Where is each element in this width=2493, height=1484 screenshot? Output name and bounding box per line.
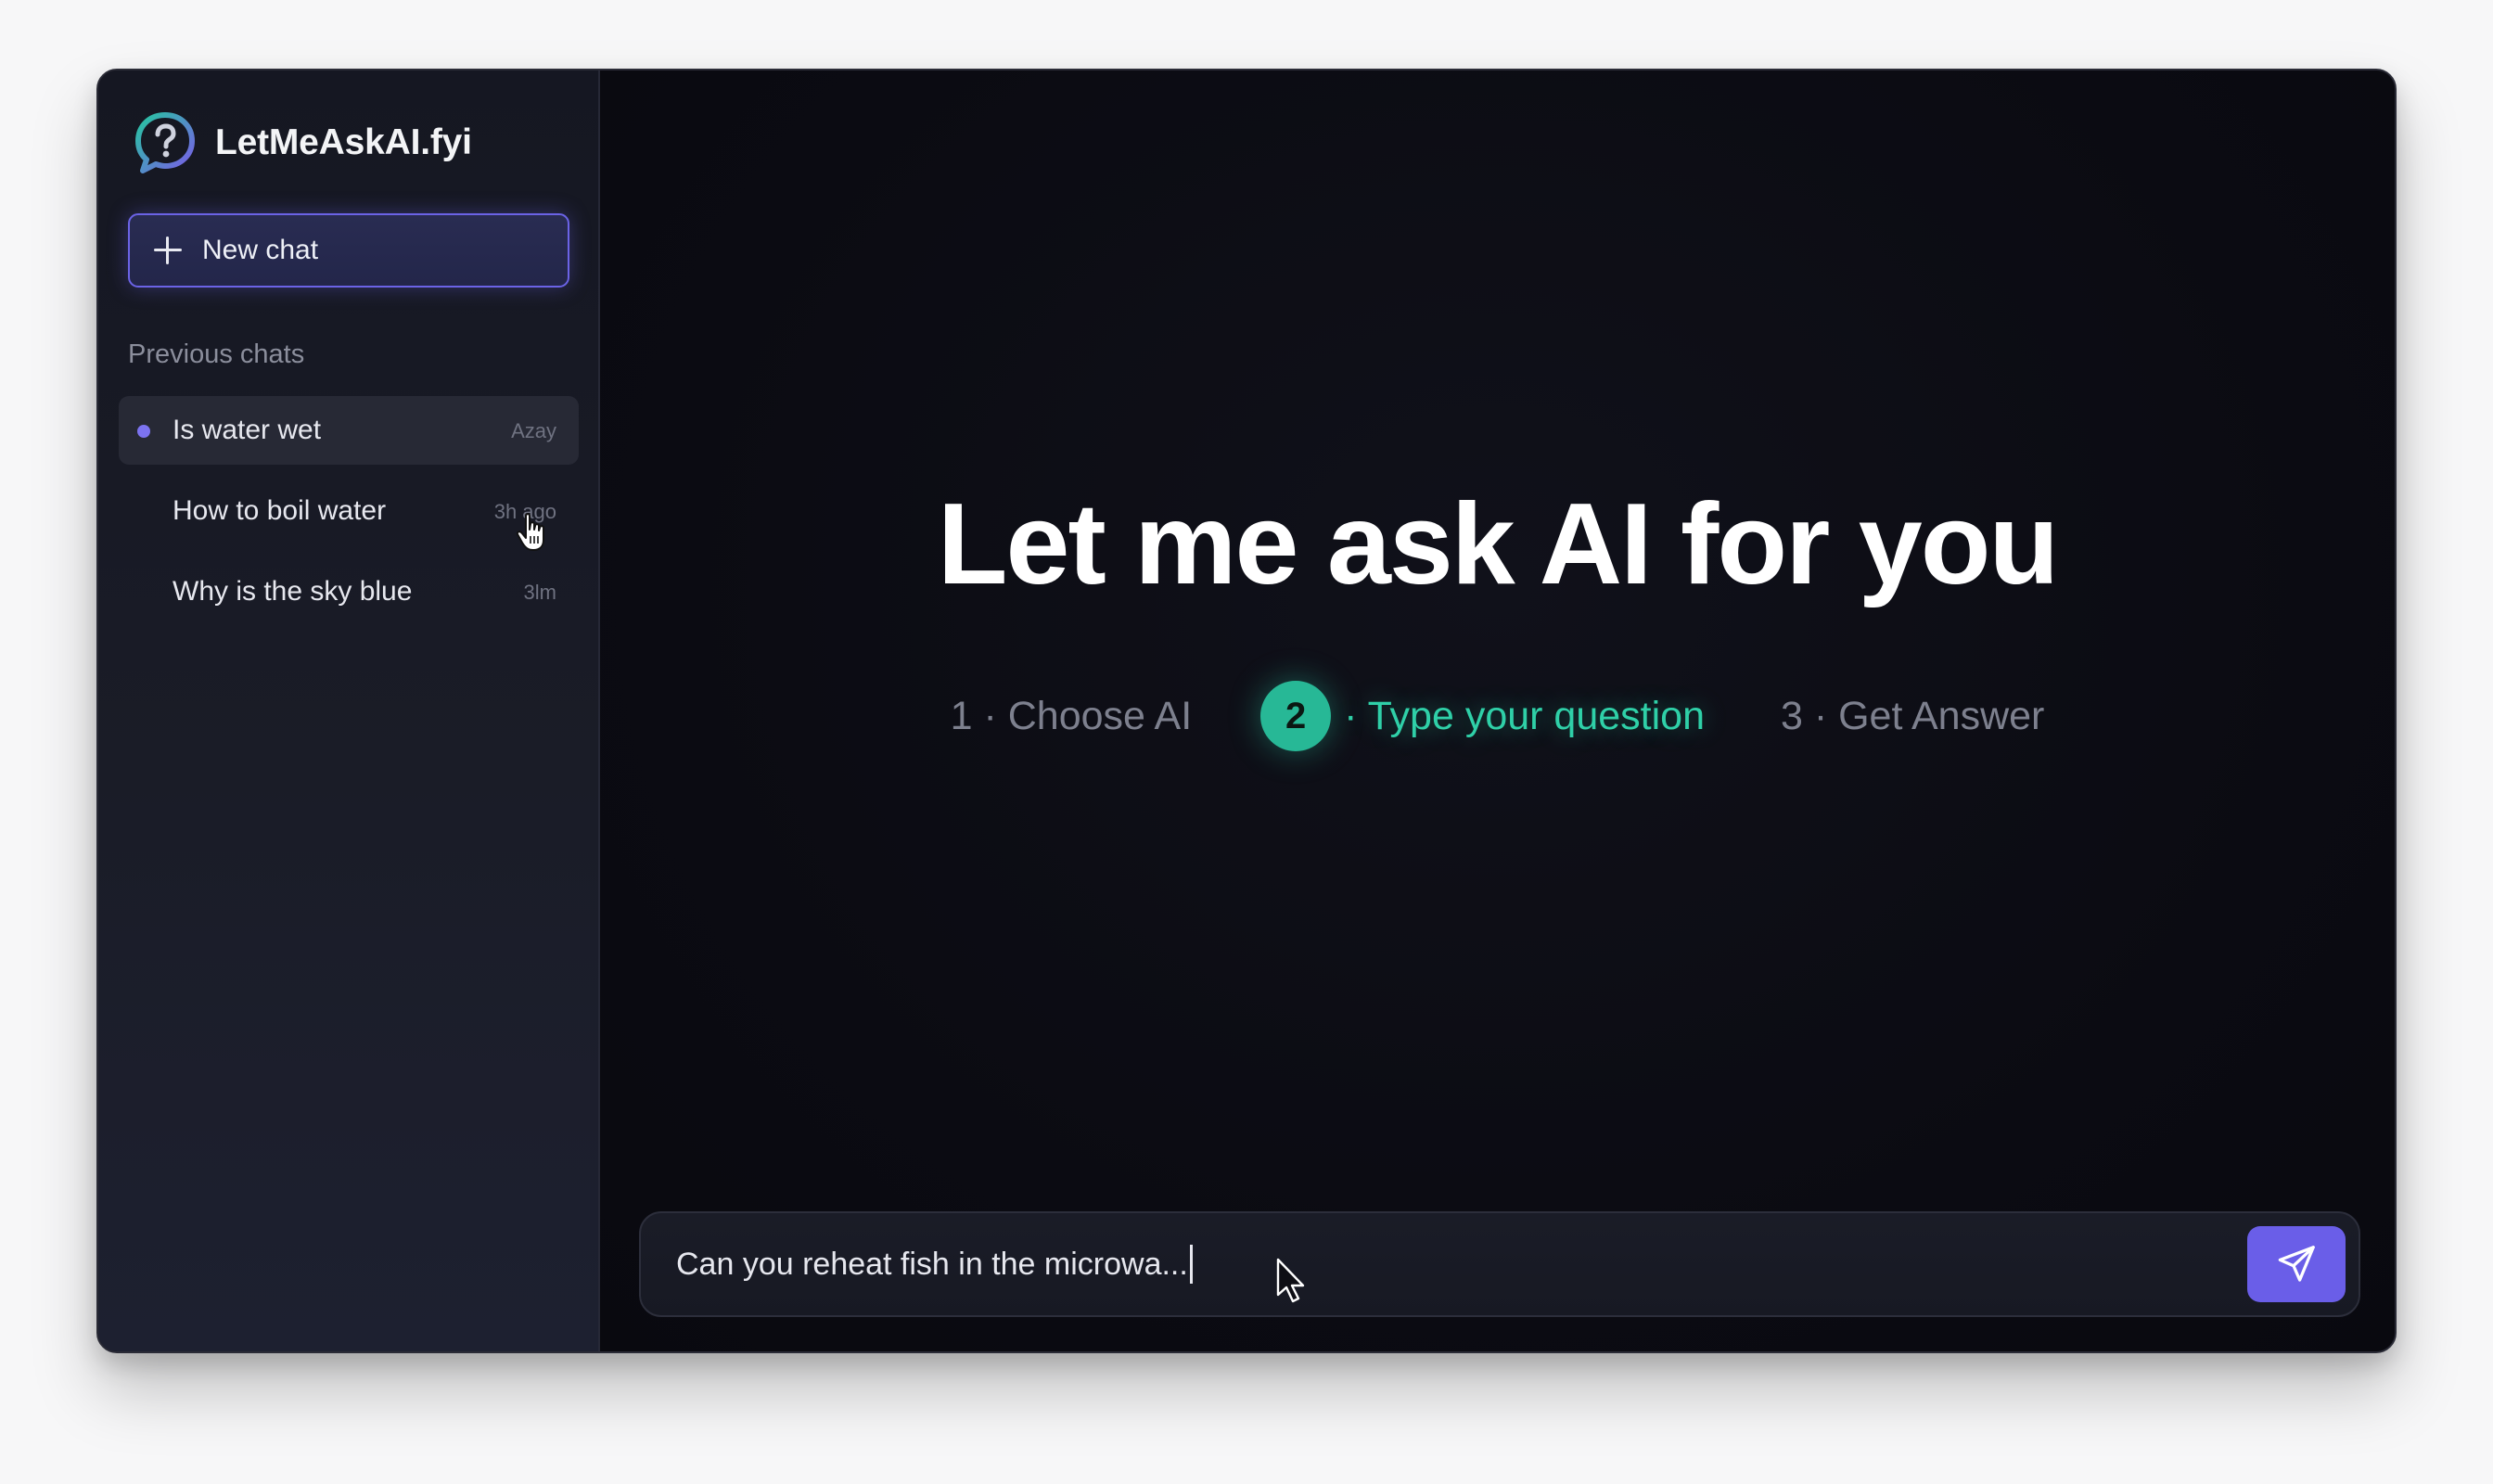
app-window: LetMeAskAI.fyi New chat Previous chats I… — [96, 69, 2397, 1353]
step-get-answer: 3 · Get Answer — [1781, 694, 2044, 739]
chat-list: Is water wet Azay How to boil water 3h a… — [119, 396, 579, 638]
chat-item-why-is-the-sky-blue[interactable]: Why is the sky blue 3lm — [119, 557, 579, 626]
paper-plane-icon — [2278, 1246, 2315, 1282]
new-chat-button[interactable]: New chat — [128, 213, 569, 288]
chat-time: Azay — [511, 419, 556, 442]
question-bubble-icon — [135, 112, 195, 173]
new-chat-label: New chat — [202, 235, 319, 265]
message-composer: Can you reheat fish in the microwa... — [639, 1211, 2360, 1317]
chat-item-how-to-boil-water[interactable]: How to boil water 3h ago — [119, 477, 579, 545]
main-panel: Let me ask AI for you 1 · Choose AI 2 · … — [600, 70, 2395, 1351]
chat-time: 3lm — [523, 581, 556, 604]
chat-title: Why is the sky blue — [173, 576, 413, 607]
chat-title: Is water wet — [173, 415, 322, 445]
chat-item-is-water-wet[interactable]: Is water wet Azay — [119, 396, 579, 465]
send-button[interactable] — [2247, 1226, 2346, 1302]
question-input[interactable]: Can you reheat fish in the microwa... — [676, 1213, 2247, 1315]
step-type-question: 2 · Type your question — [1260, 681, 1705, 751]
question-input-value: Can you reheat fish in the microwa... — [676, 1246, 1188, 1282]
hand-pointer-cursor-icon — [516, 513, 544, 551]
brand-name: LetMeAskAI.fyi — [215, 122, 472, 162]
chat-title: How to boil water — [173, 495, 387, 526]
brand[interactable]: LetMeAskAI.fyi — [132, 108, 472, 178]
text-caret — [1189, 1245, 1193, 1284]
step-number-badge: 2 — [1260, 681, 1332, 751]
step-label: · Type your question — [1344, 693, 1705, 738]
hero-title: Let me ask AI for you — [937, 480, 2060, 608]
plus-icon — [154, 237, 182, 264]
step-label: 1 · Choose AI — [950, 693, 1193, 738]
step-label: 3 · Get Answer — [1780, 693, 2045, 738]
previous-chats-heading: Previous chats — [128, 339, 305, 369]
sidebar: LetMeAskAI.fyi New chat Previous chats I… — [98, 70, 600, 1351]
step-indicator: 1 · Choose AI 2 · Type your question 3 ·… — [600, 679, 2395, 753]
active-dot-icon — [137, 425, 150, 438]
step-choose-ai: 1 · Choose AI — [951, 694, 1193, 739]
arrow-cursor-icon — [1276, 1258, 1305, 1303]
